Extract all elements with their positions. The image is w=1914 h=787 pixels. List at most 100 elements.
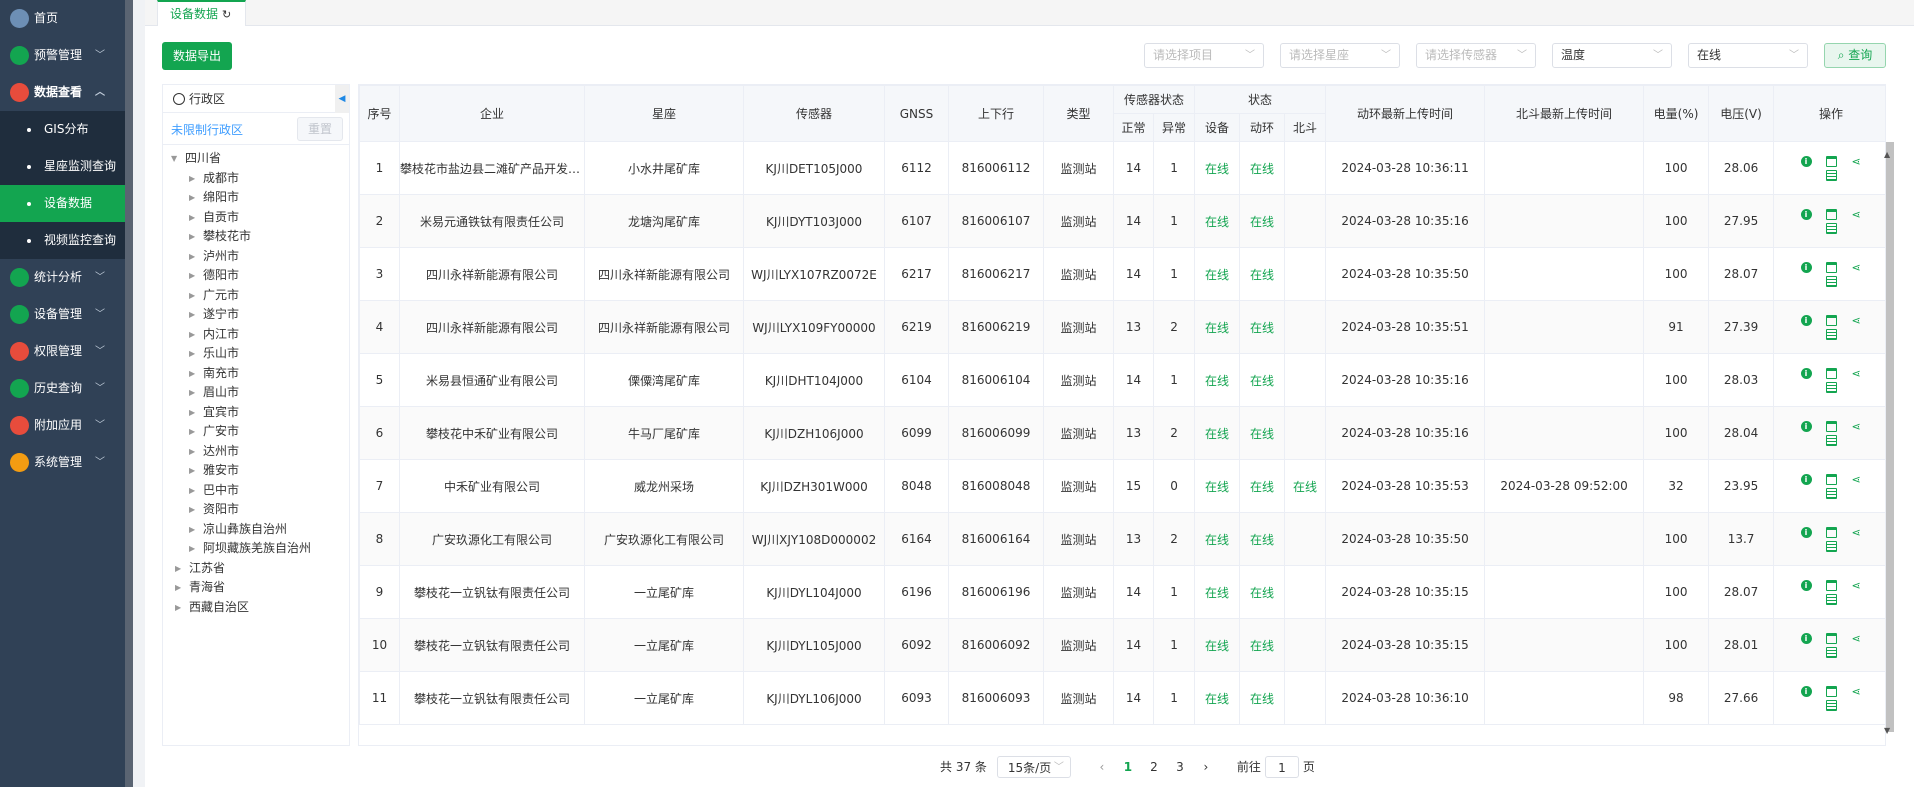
list-icon[interactable] (1825, 381, 1837, 393)
calendar-icon[interactable] (1825, 261, 1837, 273)
tree-node-child[interactable]: ▶ 攀枝花市 (163, 227, 349, 247)
sidebar-item-8[interactable]: 系统管理 ﹀ (0, 444, 133, 481)
share-icon[interactable]: ⋖ (1851, 209, 1862, 220)
list-icon[interactable] (1825, 487, 1837, 499)
share-icon[interactable]: ⋖ (1851, 262, 1862, 273)
info-icon[interactable]: i (1800, 155, 1812, 167)
constellation-select[interactable]: 请选择星座 ﹀ (1280, 43, 1400, 68)
info-icon[interactable]: i (1800, 632, 1812, 644)
sidebar-item-3[interactable]: 统计分析 ﹀ (0, 259, 133, 296)
tree-node-child[interactable]: ▶ 德阳市 (163, 266, 349, 286)
next-page-button[interactable]: › (1193, 756, 1219, 778)
tree-node-child[interactable]: ▶ 南充市 (163, 364, 349, 384)
share-icon[interactable]: ⋖ (1851, 474, 1862, 485)
tree-node-child[interactable]: ▶ 雅安市 (163, 461, 349, 481)
table-row[interactable]: 9 攀枝花一立钒钛有限责任公司 一立尾矿库 KJ川DYL104J000 6196 8160… (359, 565, 1885, 619)
list-icon[interactable] (1825, 540, 1837, 552)
tree-node-child[interactable]: ▶ 自贡市 (163, 208, 349, 228)
share-icon[interactable]: ⋖ (1851, 686, 1862, 697)
calendar-icon[interactable] (1825, 632, 1837, 644)
page-1[interactable]: 1 (1115, 756, 1141, 778)
calendar-icon[interactable] (1825, 685, 1837, 697)
online-status-select[interactable]: 在线 ﹀ (1688, 43, 1808, 68)
prev-page-button[interactable]: ‹ (1089, 756, 1115, 778)
page-3[interactable]: 3 (1167, 756, 1193, 778)
scroll-up-icon[interactable]: ▲ (1884, 150, 1890, 159)
calendar-icon[interactable] (1825, 526, 1837, 538)
table-row[interactable]: 7 中禾矿业有限公司 威龙州采场 KJ川DZH301W000 8048 816008048… (359, 459, 1885, 513)
calendar-icon[interactable] (1825, 155, 1837, 167)
tree-node-child[interactable]: ▶ 眉山市 (163, 383, 349, 403)
list-icon[interactable] (1825, 593, 1837, 605)
table-row[interactable]: 2 米易元通铁钛有限责任公司 龙塘沟尾矿库 KJ川DYT103J000 6107 8160… (359, 194, 1885, 248)
table-row[interactable]: 5 米易县恒通矿业有限公司 傈僳湾尾矿库 KJ川DHT104J000 6104 81600… (359, 353, 1885, 407)
unlimited-region-link[interactable]: 未限制行政区 (171, 121, 243, 138)
tree-node-root[interactable]: ▼ 四川省 (163, 149, 349, 169)
table-row[interactable]: 10 攀枝花一立钒钛有限责任公司 一立尾矿库 KJ川DYL105J000 6092 816… (359, 618, 1885, 672)
table-row[interactable]: 4 四川永祥新能源有限公司 四川永祥新能源有限公司 WJ川LYX109FY00000 6… (359, 300, 1885, 354)
list-icon[interactable] (1825, 169, 1837, 181)
calendar-icon[interactable] (1825, 314, 1837, 326)
sidebar-subitem-0[interactable]: GIS分布 (0, 111, 133, 148)
calendar-icon[interactable] (1825, 473, 1837, 485)
info-icon[interactable]: i (1800, 526, 1812, 538)
tree-node-child[interactable]: ▶ 凉山彝族自治州 (163, 520, 349, 540)
tree-node-child[interactable]: ▶ 绵阳市 (163, 188, 349, 208)
query-button[interactable]: ⌕ 查询 (1824, 43, 1886, 68)
tree-node-child[interactable]: ▶ 广元市 (163, 286, 349, 306)
sensor-select[interactable]: 请选择传感器 ﹀ (1416, 43, 1536, 68)
collapse-panel-icon[interactable]: ◀ (335, 85, 349, 113)
tree-node-province[interactable]: ▶ 西藏自治区 (163, 598, 349, 618)
share-icon[interactable]: ⋖ (1851, 156, 1862, 167)
sidebar-item-5[interactable]: 权限管理 ﹀ (0, 333, 133, 370)
refresh-icon[interactable]: ↻ (222, 8, 231, 21)
tree-node-child[interactable]: ▶ 巴中市 (163, 481, 349, 501)
tree-node-child[interactable]: ▶ 遂宁市 (163, 305, 349, 325)
sidebar-item-2[interactable]: 数据查看 ︿ (0, 74, 133, 111)
table-row[interactable]: 3 四川永祥新能源有限公司 四川永祥新能源有限公司 WJ川LYX107RZ0072E 6… (359, 247, 1885, 301)
info-icon[interactable]: i (1800, 473, 1812, 485)
info-icon[interactable]: i (1800, 314, 1812, 326)
tree-node-province[interactable]: ▶ 青海省 (163, 578, 349, 598)
list-icon[interactable] (1825, 275, 1837, 287)
export-button[interactable]: 数据导出 (162, 42, 232, 70)
page-size-select[interactable]: 15条/页 ﹀ (996, 756, 1071, 778)
share-icon[interactable]: ⋖ (1851, 580, 1862, 591)
table-row[interactable]: 11 攀枝花一立钒钛有限责任公司 一立尾矿库 KJ川DYL106J000 6093 816… (359, 671, 1885, 725)
tree-node-child[interactable]: ▶ 资阳市 (163, 500, 349, 520)
calendar-icon[interactable] (1825, 579, 1837, 591)
sidebar-subitem-2[interactable]: 设备数据 (0, 185, 133, 222)
info-icon[interactable]: i (1800, 367, 1812, 379)
share-icon[interactable]: ⋖ (1851, 368, 1862, 379)
reset-button[interactable]: 重置 (297, 117, 343, 141)
list-icon[interactable] (1825, 328, 1837, 340)
info-icon[interactable]: i (1800, 261, 1812, 273)
sidebar-item-1[interactable]: 预警管理 ﹀ (0, 37, 133, 74)
list-icon[interactable] (1825, 434, 1837, 446)
metric-select[interactable]: 温度 ﹀ (1552, 43, 1672, 68)
tree-node-child[interactable]: ▶ 乐山市 (163, 344, 349, 364)
tree-node-child[interactable]: ▶ 广安市 (163, 422, 349, 442)
sidebar-item-7[interactable]: 附加应用 ﹀ (0, 407, 133, 444)
calendar-icon[interactable] (1825, 420, 1837, 432)
share-icon[interactable]: ⋖ (1851, 421, 1862, 432)
sidebar-subitem-3[interactable]: 视频监控查询 (0, 222, 133, 259)
table-row[interactable]: 8 广安玖源化工有限公司 广安玖源化工有限公司 WJ川XJY108D000002 616… (359, 512, 1885, 566)
tree-node-child[interactable]: ▶ 内江市 (163, 325, 349, 345)
tree-node-child[interactable]: ▶ 达州市 (163, 442, 349, 462)
tree-node-child[interactable]: ▶ 阿坝藏族羌族自治州 (163, 539, 349, 559)
calendar-icon[interactable] (1825, 367, 1837, 379)
sidebar-item-4[interactable]: 设备管理 ﹀ (0, 296, 133, 333)
calendar-icon[interactable] (1825, 208, 1837, 220)
table-row[interactable]: 6 攀枝花中禾矿业有限公司 牛马厂尾矿库 KJ川DZH106J000 6099 81600… (359, 406, 1885, 460)
info-icon[interactable]: i (1800, 420, 1812, 432)
share-icon[interactable]: ⋖ (1851, 315, 1862, 326)
sidebar-subitem-1[interactable]: 星座监测查询 (0, 148, 133, 185)
tree-node-province[interactable]: ▶ 江苏省 (163, 559, 349, 579)
list-icon[interactable] (1825, 699, 1837, 711)
tree-node-child[interactable]: ▶ 泸州市 (163, 247, 349, 267)
info-icon[interactable]: i (1800, 208, 1812, 220)
list-icon[interactable] (1825, 646, 1837, 658)
tree-node-child[interactable]: ▶ 成都市 (163, 169, 349, 189)
sidebar-scrollbar[interactable] (125, 0, 133, 787)
